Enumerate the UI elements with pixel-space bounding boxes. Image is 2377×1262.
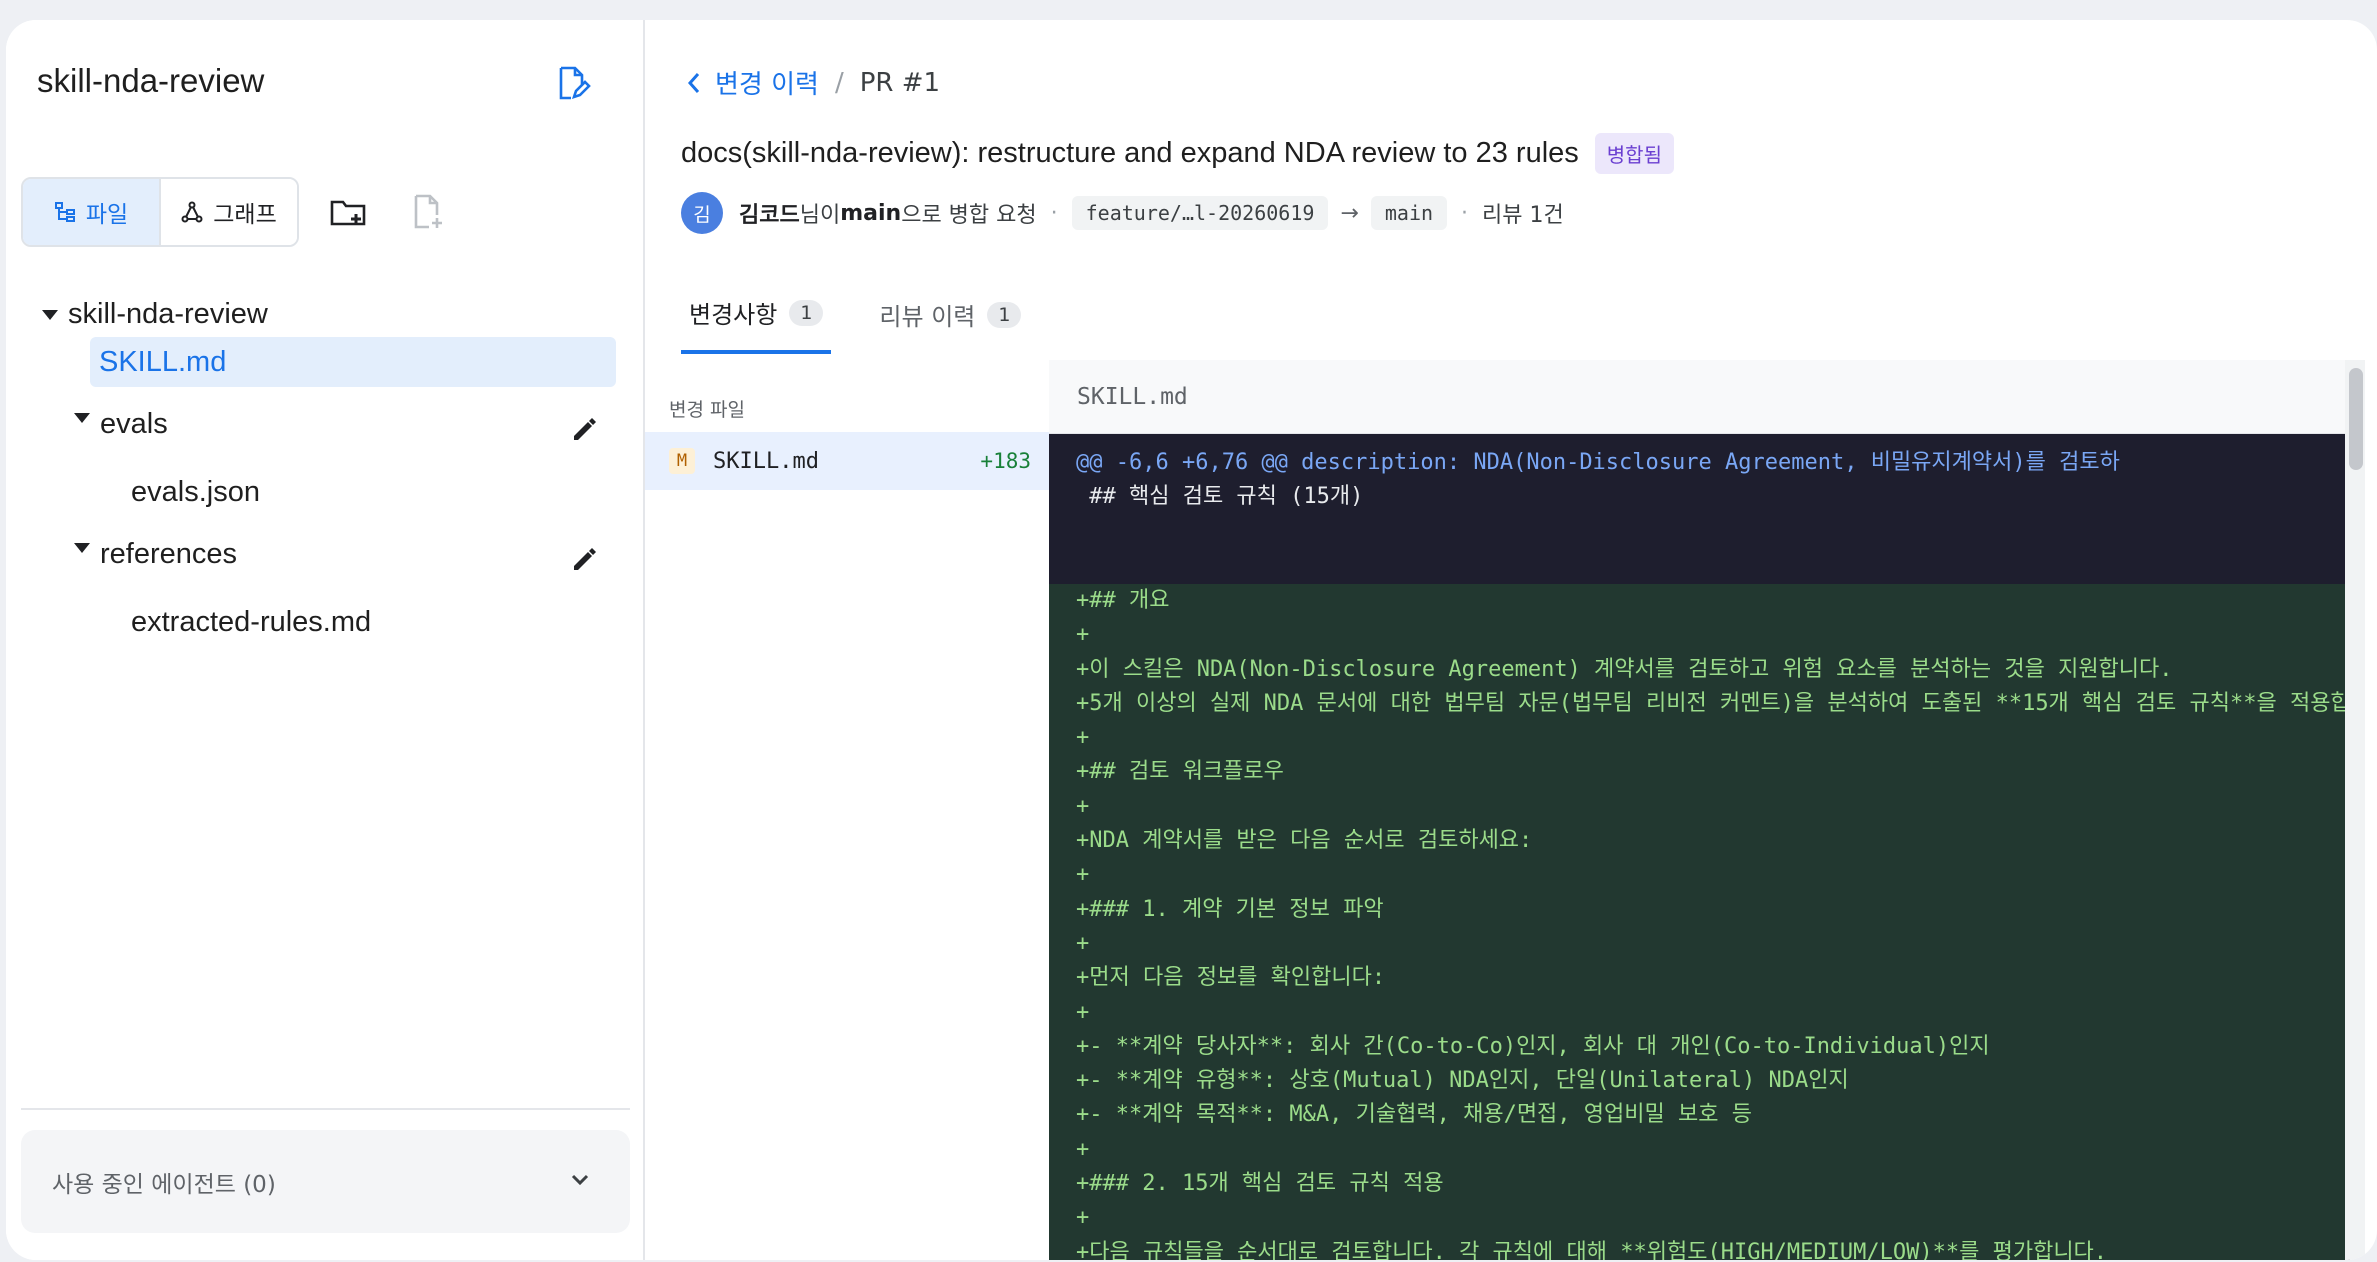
tab-label: 리뷰 이력 <box>879 303 976 331</box>
diff-scrollbar-thumb[interactable] <box>2349 368 2363 470</box>
diff-line: + <box>1076 1136 1090 1162</box>
pr-tabs: 변경사항 1 리뷰 이력 1 <box>681 295 1069 354</box>
files-view-label: 파일 <box>85 202 129 228</box>
branch-arrow: → <box>1340 200 1359 226</box>
status-badge: 병합됨 <box>1594 133 1674 174</box>
tree-file-label: SKILL.md <box>99 345 227 378</box>
tree-folder-label: references <box>100 538 238 570</box>
tree-file-skill-md[interactable]: SKILL.md <box>90 337 616 387</box>
diff-line: +## 개요 <box>1076 588 1170 613</box>
source-branch: feature/…l-20260619 <box>1071 196 1329 230</box>
chevron-left-icon <box>687 72 700 93</box>
diff-line: +다음 규칙들을 순서대로 검토합니다. 각 규칙에 대해 **위험도(HIGH… <box>1076 1239 2108 1260</box>
pr-title: docs(skill-nda-review): restructure and … <box>681 137 1579 169</box>
main-content: 변경 이력 / PR #1 docs(skill-nda-review): re… <box>645 20 2377 1260</box>
diff-viewer: SKILL.md @@ -6,6 +6,76 @@ description: N… <box>1049 360 2350 1260</box>
chevron-down-icon <box>571 1174 589 1186</box>
file-tree-icon <box>54 202 75 222</box>
tab-label: 변경사항 <box>689 301 778 329</box>
tree-folder-references[interactable]: references <box>74 538 237 571</box>
breadcrumb-history-label: 변경 이력 <box>715 70 819 100</box>
view-toggle: 파일 그래프 <box>21 177 299 247</box>
changed-files-pane: 변경 파일 M SKILL.md +183 <box>645 360 1049 1260</box>
target-bold: main <box>840 200 902 226</box>
changed-files-label: 변경 파일 <box>669 399 745 421</box>
diff-line: +## 검토 워크플로우 <box>1076 759 1284 785</box>
breadcrumb: 변경 이력 / PR #1 <box>685 64 940 101</box>
diff-line: +먼저 다음 정보를 확인합니다: <box>1076 965 1386 991</box>
request-text: 으로 병합 요청 <box>901 203 1037 228</box>
diff-line: +5개 이상의 실제 NDA 문서에 대한 법무팀 자문(법무팀 리비전 커멘트… <box>1076 690 2350 716</box>
diff-line: +NDA 계약서를 받은 다음 순서로 검토하세요: <box>1076 828 1533 854</box>
pr-author: 김코드 <box>739 203 800 228</box>
diff-line: + <box>1076 725 1090 751</box>
graph-icon <box>181 201 203 223</box>
files-view-button[interactable]: 파일 <box>23 179 159 245</box>
tab-count: 1 <box>987 301 1022 328</box>
diff-line: + <box>1076 930 1090 956</box>
changed-file-row[interactable]: M SKILL.md +183 <box>645 432 1049 490</box>
tree-file-evals-json[interactable]: evals.json <box>131 476 260 509</box>
tree-folder-label: evals <box>100 408 168 440</box>
caret-down-icon <box>42 309 58 320</box>
tree-root-folder[interactable]: skill-nda-review <box>42 298 268 331</box>
tab-changes[interactable]: 변경사항 1 <box>681 295 832 354</box>
target-branch: main <box>1370 196 1448 230</box>
diff-line: +### 1. 계약 기본 정보 파악 <box>1076 896 1384 922</box>
graph-view-button[interactable]: 그래프 <box>159 179 297 245</box>
graph-view-label: 그래프 <box>213 202 277 228</box>
context-line: ## 핵심 검토 규칙 (15개) <box>1076 484 1364 509</box>
diff-line: +- **계약 당사자**: 회사 간(Co-to-Co)인지, 회사 대 개인… <box>1076 1033 1990 1059</box>
new-file-icon[interactable] <box>407 192 447 232</box>
caret-down-icon <box>74 542 90 553</box>
active-agents-panel[interactable]: 사용 중인 에이전트 (0) <box>21 1130 630 1233</box>
diff-line: + <box>1076 999 1090 1025</box>
tab-review-history[interactable]: 리뷰 이력 1 <box>871 295 1029 354</box>
sidebar-divider <box>21 1108 630 1110</box>
sidebar: skill-nda-review 파일 그래프 skill-nda-review… <box>6 20 645 1260</box>
modified-badge: M <box>669 448 695 474</box>
repo-title: skill-nda-review <box>37 62 265 99</box>
rename-references-pencil-icon[interactable] <box>570 546 598 574</box>
pr-meta: 김 김코드 님이 main 으로 병합 요청 · feature/…l-202606… <box>681 192 1564 234</box>
diff-line: +- **계약 목적**: M&A, 기술협력, 채용/면접, 영업비밀 보호 … <box>1076 1102 1752 1128</box>
app-window: skill-nda-review 파일 그래프 skill-nda-review… <box>6 20 2377 1260</box>
tree-file-label: extracted-rules.md <box>131 606 372 638</box>
diff-line: + <box>1076 793 1090 819</box>
back-to-history-link[interactable]: 변경 이력 <box>685 64 819 101</box>
new-folder-icon[interactable] <box>328 192 368 232</box>
tree-folder-evals[interactable]: evals <box>74 408 168 441</box>
diff-file-header: SKILL.md <box>1049 360 2350 434</box>
tree-root-label: skill-nda-review <box>68 298 268 330</box>
author-suffix: 님이 <box>799 203 841 228</box>
review-count: 리뷰 1건 <box>1482 203 1564 228</box>
hunk-header: @@ -6,6 +6,76 @@ description: NDA(Non-Di… <box>1076 450 2120 475</box>
added-lines: +## 개요 + +이 스킬은 NDA(Non-Disclosure Agree… <box>1049 584 2350 1260</box>
rename-evals-pencil-icon[interactable] <box>570 416 598 444</box>
edit-document-icon[interactable] <box>552 63 592 103</box>
diff-line: +이 스킬은 NDA(Non-Disclosure Agreement) 계약서… <box>1076 656 2173 682</box>
caret-down-icon <box>74 412 90 423</box>
breadcrumb-current: PR #1 <box>859 67 941 98</box>
diff-hunk: @@ -6,6 +6,76 @@ description: NDA(Non-Di… <box>1049 434 2350 584</box>
breadcrumb-separator: / <box>834 67 844 98</box>
additions-count: +183 <box>980 449 1031 473</box>
diff-line: + <box>1076 1205 1090 1231</box>
meta-separator: · <box>1461 200 1469 226</box>
diff-line: + <box>1076 622 1090 648</box>
agents-label: 사용 중인 에이전트 (0) <box>52 1171 276 1198</box>
changed-file-name: SKILL.md <box>713 448 819 474</box>
tree-file-extracted-rules[interactable]: extracted-rules.md <box>131 606 371 639</box>
avatar: 김 <box>681 192 723 234</box>
diff-line: +- **계약 유형**: 상호(Mutual) NDA인지, 단일(Unila… <box>1076 1068 1849 1094</box>
pr-title-row: docs(skill-nda-review): restructure and … <box>681 133 1674 174</box>
diff-scrollbar[interactable] <box>2345 360 2365 1260</box>
tree-file-label: evals.json <box>131 476 260 508</box>
diff-line: +### 2. 15개 핵심 검토 규칙 적용 <box>1076 1171 1444 1197</box>
meta-separator: · <box>1050 200 1058 226</box>
diff-line: + <box>1076 862 1090 888</box>
tab-count: 1 <box>789 299 824 326</box>
